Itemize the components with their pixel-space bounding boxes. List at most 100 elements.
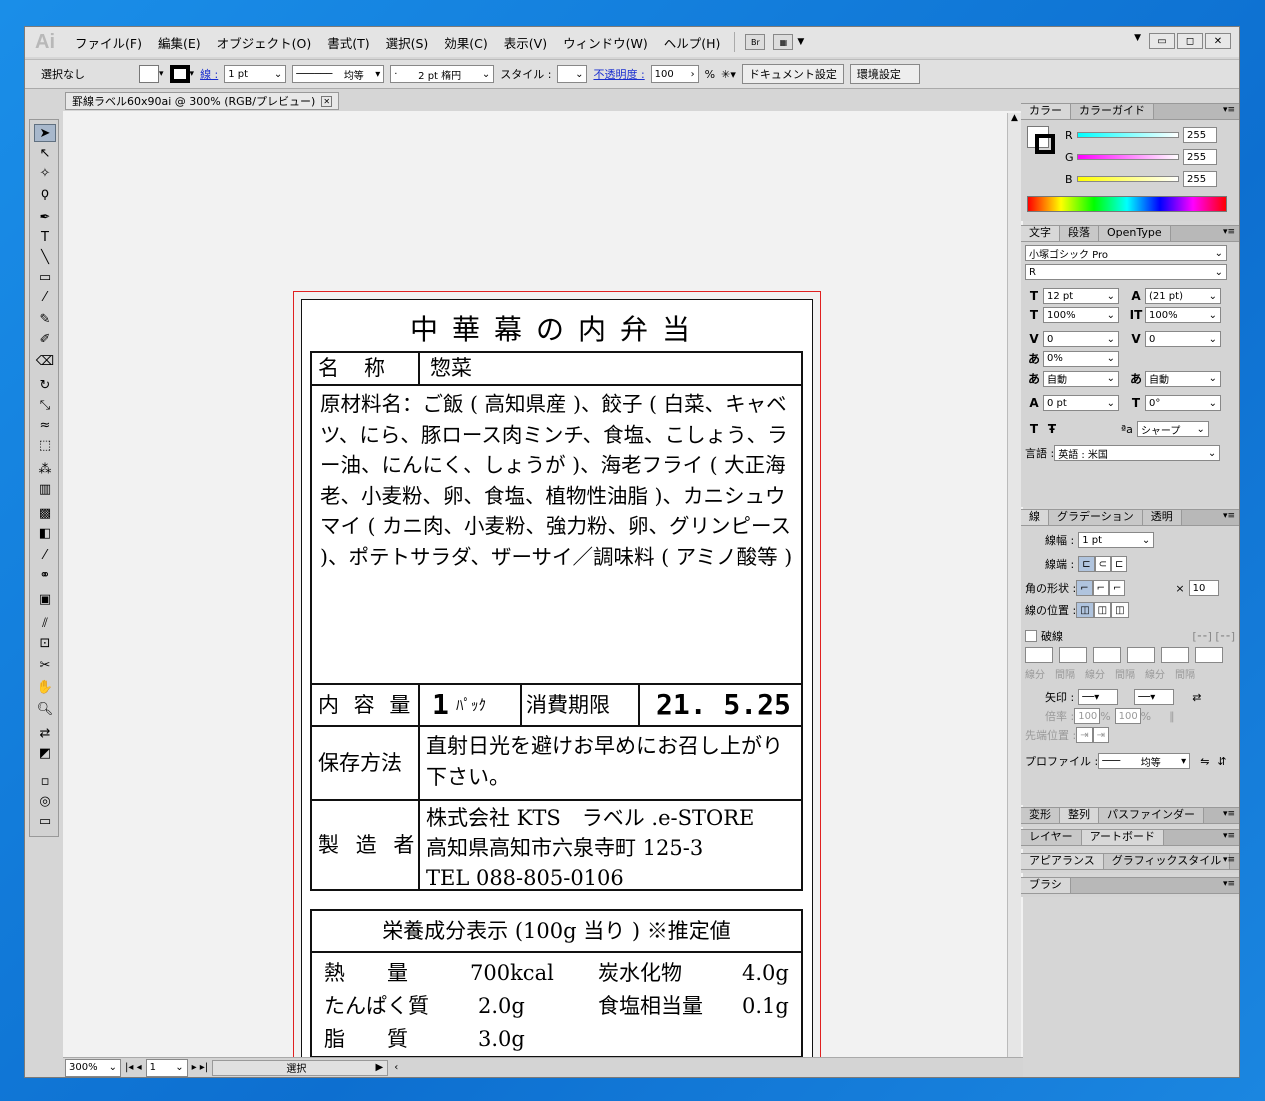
bevel-join-icon[interactable]: ⌐: [1108, 580, 1126, 596]
stroke-swatch[interactable]: [1035, 134, 1055, 154]
paintbrush-tool-icon[interactable]: ⁄: [34, 288, 56, 306]
stroke-label[interactable]: 線 :: [200, 66, 218, 82]
tab-appearance[interactable]: アピアランス: [1021, 854, 1104, 869]
live-paint-tool-icon[interactable]: ▣: [34, 590, 56, 608]
workspace-menu-icon[interactable]: ▼: [1134, 33, 1141, 49]
flip-along-icon[interactable]: ⇋: [1200, 755, 1209, 768]
tab-graphic-styles[interactable]: グラフィックスタイル: [1103, 854, 1231, 869]
document-tab[interactable]: 罫線ラベル60x90ai @ 300% (RGB/プレビュー) ✕: [65, 92, 340, 110]
strikethrough-icon[interactable]: Ŧ: [1043, 422, 1061, 436]
baseline-shift-input[interactable]: 0 pt ⌄: [1043, 395, 1119, 411]
rotate-tool-icon[interactable]: ↻: [34, 376, 56, 394]
profile-select[interactable]: ─── 均等 ▾: [1098, 753, 1191, 769]
symbol-sprayer-tool-icon[interactable]: ⁂: [34, 460, 56, 478]
anti-alias-select[interactable]: シャープ ⌄: [1136, 421, 1209, 437]
opacity-label[interactable]: 不透明度 :: [593, 66, 644, 82]
blob-brush-tool-icon[interactable]: ✐: [34, 330, 56, 348]
panel-menu-icon[interactable]: ▾≡: [1223, 879, 1235, 889]
minimize-button[interactable]: ▭: [1149, 33, 1175, 49]
tab-paragraph[interactable]: 段落: [1060, 226, 1099, 241]
dash-input[interactable]: [1025, 647, 1053, 663]
bridge-button[interactable]: Br: [745, 34, 766, 50]
tracking-input[interactable]: 0 ⌄: [1145, 331, 1221, 347]
pencil-tool-icon[interactable]: ✎: [34, 310, 56, 328]
stroke-weight-input[interactable]: 1 pt ⌄: [1078, 532, 1155, 548]
hand-tool-icon[interactable]: ✋: [34, 678, 56, 696]
square-cap-icon[interactable]: ⊏: [1110, 556, 1128, 572]
stroke-weight-select[interactable]: 1 pt ⌄: [224, 65, 287, 83]
leading-input[interactable]: (21 pt) ⌄: [1145, 288, 1221, 304]
warp-tool-icon[interactable]: ≈: [34, 416, 56, 434]
selection-tool-icon[interactable]: ➤: [34, 124, 56, 142]
fill-swatch[interactable]: ▾: [139, 65, 164, 83]
start-arrow-select[interactable]: ──▾: [1078, 689, 1119, 705]
menu-file[interactable]: ファイル(F): [67, 33, 150, 52]
tab-layers[interactable]: レイヤー: [1021, 830, 1082, 845]
butt-cap-icon[interactable]: ⊏: [1078, 556, 1095, 572]
tsume-input[interactable]: 0% ⌄: [1043, 350, 1119, 367]
maximize-button[interactable]: ◻: [1177, 33, 1203, 49]
color-spectrum[interactable]: [1027, 196, 1227, 212]
tab-brushes[interactable]: ブラシ: [1021, 878, 1071, 893]
zoom-tool-icon[interactable]: 🔍︎: [34, 700, 56, 718]
dash-preset-icon[interactable]: [⁃⁃] [⁃⁃]: [1192, 630, 1235, 643]
next-page-icon[interactable]: ▸ ▸|: [192, 1062, 209, 1073]
column-graph-tool-icon[interactable]: ▥: [34, 480, 56, 498]
workspace-arrange-icon[interactable]: ▦: [773, 34, 794, 50]
gap-input[interactable]: [1059, 647, 1087, 663]
scroll-up-icon[interactable]: ▲: [1008, 113, 1021, 123]
canvas[interactable]: 中華幕の内弁当 名 称 惣菜 原材料名：ご飯 ( 高知県産 )、餃子 ( 白菜、…: [63, 111, 1023, 1074]
menu-view[interactable]: 表示(V): [496, 33, 555, 52]
round-cap-icon[interactable]: ⊂: [1094, 556, 1111, 572]
green-slider[interactable]: [1077, 154, 1179, 160]
font-size-input[interactable]: 12 pt ⌄: [1043, 288, 1119, 304]
tab-gradient[interactable]: グラデーション: [1049, 510, 1143, 525]
profile-select[interactable]: ────── 均等 ▾: [292, 65, 385, 83]
recolor-icon[interactable]: ✳▾: [721, 68, 736, 81]
aki-left-select[interactable]: 自動 ⌄: [1043, 370, 1119, 387]
red-input[interactable]: 255: [1183, 127, 1217, 143]
style-select[interactable]: ⌄: [557, 65, 588, 83]
end-arrow-select[interactable]: ──▾: [1134, 689, 1175, 705]
zoom-select[interactable]: 300% ⌄: [65, 1058, 121, 1077]
align-inside-icon[interactable]: ◫: [1093, 602, 1112, 618]
eraser-tool-icon[interactable]: ⌫: [34, 352, 56, 370]
dashed-checkbox[interactable]: [1025, 630, 1037, 642]
tab-color-guide[interactable]: カラーガイド: [1071, 104, 1154, 119]
swap-arrows-icon[interactable]: ⇄: [1192, 691, 1201, 704]
font-style-select[interactable]: R ⌄: [1025, 264, 1227, 280]
vertical-scrollbar[interactable]: ▲: [1007, 113, 1021, 1057]
align-center-icon[interactable]: ◫: [1076, 602, 1094, 618]
direct-selection-tool-icon[interactable]: ↖: [34, 144, 56, 162]
miter-limit-input[interactable]: 10: [1188, 580, 1219, 596]
opacity-input[interactable]: 100 ›: [650, 65, 699, 83]
gap-input[interactable]: [1195, 647, 1223, 663]
aki-right-select[interactable]: 自動 ⌄: [1145, 370, 1221, 387]
close-button[interactable]: ✕: [1205, 33, 1231, 49]
tab-opentype[interactable]: OpenType: [1099, 226, 1171, 241]
default-colors-icon[interactable]: ⇄: [34, 724, 56, 742]
start-scale-input[interactable]: 100: [1074, 708, 1101, 724]
tab-align[interactable]: 整列: [1060, 808, 1099, 823]
gap-input[interactable]: [1127, 647, 1155, 663]
green-input[interactable]: 255: [1183, 149, 1217, 165]
link-icon[interactable]: ∥: [1169, 710, 1175, 723]
line-tool-icon[interactable]: ╲: [34, 248, 56, 266]
preferences-button[interactable]: 環境設定: [849, 64, 920, 84]
type-tool-icon[interactable]: T: [34, 228, 56, 246]
mesh-tool-icon[interactable]: ▩: [34, 504, 56, 522]
scissors-tool-icon[interactable]: ✂: [34, 656, 56, 674]
menu-help[interactable]: ヘルプ(H): [656, 33, 729, 52]
menu-type[interactable]: 書式(T): [319, 33, 377, 52]
chevron-down-icon[interactable]: ▼: [797, 37, 804, 47]
menu-edit[interactable]: 編集(E): [150, 33, 209, 52]
stroke-swatch[interactable]: ▾: [169, 65, 194, 83]
dash-input[interactable]: [1161, 647, 1189, 663]
character-rotation-input[interactable]: 0° ⌄: [1145, 395, 1221, 411]
miter-join-icon[interactable]: ⌐: [1076, 580, 1093, 596]
tab-pathfinder[interactable]: パスファインダー: [1099, 808, 1204, 823]
tip-place-icon[interactable]: ⇥: [1092, 727, 1109, 743]
round-join-icon[interactable]: ⌐: [1092, 580, 1109, 596]
brush-select[interactable]: · 2 pt 楕円 ⌄: [390, 65, 495, 83]
font-family-select[interactable]: 小塚ゴシック Pro ⌄: [1025, 245, 1227, 261]
